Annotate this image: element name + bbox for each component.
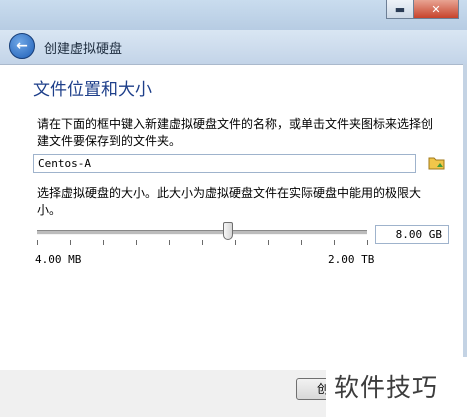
slider-tick (70, 240, 71, 245)
back-button[interactable]: ← (9, 33, 35, 59)
slider-tick (169, 240, 170, 245)
slider-tick (268, 240, 269, 245)
size-slider-track[interactable] (37, 230, 367, 235)
watermark-text: 软件技巧 (334, 373, 439, 402)
wizard-page: 文件位置和大小 请在下面的框中键入新建虚拟硬盘文件的名称，或单击文件夹图标来选择… (0, 64, 467, 371)
slider-tick (235, 240, 236, 245)
slider-tick (103, 240, 104, 245)
slider-tick (301, 240, 302, 245)
location-description: 请在下面的框中键入新建虚拟硬盘文件的名称，或单击文件夹图标来选择创建文件要保存到… (37, 117, 434, 148)
size-description: 选择虚拟硬盘的大小。此大小为虚拟硬盘文件在实际硬盘中能用的极限大小。 (37, 186, 422, 217)
size-max-label: 2.00 TB (328, 253, 375, 266)
title-bar: ▬ ✕ (0, 0, 467, 30)
choose-folder-button[interactable] (428, 155, 446, 171)
window-controls: ▬ ✕ (386, 0, 459, 19)
size-min-label: 4.00 MB (35, 253, 82, 266)
slider-tick (334, 240, 335, 245)
close-icon: ✕ (431, 2, 441, 16)
minimize-icon: ▬ (394, 2, 406, 16)
window-border (463, 64, 467, 370)
size-slider-thumb[interactable] (223, 222, 234, 240)
minimize-button[interactable]: ▬ (386, 0, 414, 19)
wizard-title: 创建虚拟硬盘 (44, 42, 123, 57)
size-input[interactable]: 8.00 GB (375, 225, 449, 244)
back-arrow-icon: ← (16, 38, 28, 54)
slider-tick (202, 240, 203, 245)
wizard-header: ← 创建虚拟硬盘 (0, 30, 467, 64)
watermark: 软件技巧 (326, 357, 467, 417)
slider-tick (136, 240, 137, 245)
slider-tick (37, 240, 38, 245)
size-slider-ticks (37, 240, 368, 246)
page-title: 文件位置和大小 (33, 80, 152, 100)
slider-tick (367, 240, 368, 245)
folder-icon (428, 157, 445, 170)
file-name-input[interactable]: Centos-A (33, 154, 416, 173)
close-button[interactable]: ✕ (414, 0, 459, 19)
